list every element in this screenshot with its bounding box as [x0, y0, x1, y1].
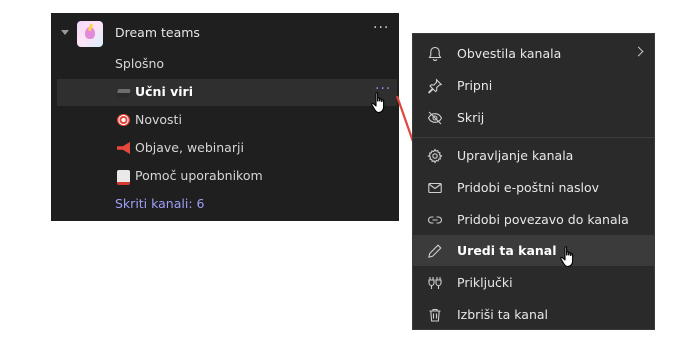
menu-item-label: Priključki	[457, 275, 513, 290]
menu-item-delete-channel[interactable]: Izbriši ta kanal	[413, 299, 654, 330]
menu-item-get-link[interactable]: Pridobi povezavo do kanala	[413, 204, 654, 235]
bell-icon	[428, 46, 442, 62]
menu-item-pin[interactable]: Pripni	[413, 70, 654, 101]
eye-off-icon	[427, 111, 443, 125]
menu-item-hide[interactable]: Skrij	[413, 102, 654, 133]
trash-icon	[429, 308, 441, 322]
menu-item-channel-notifications[interactable]: Obvestila kanala	[413, 38, 654, 69]
menu-divider	[413, 137, 654, 138]
menu-item-label: Uredi ta kanal	[457, 243, 557, 258]
menu-item-label: Pridobi e-poštni naslov	[457, 180, 600, 195]
envelope-icon	[428, 182, 442, 194]
menu-item-get-email[interactable]: Pridobi e-poštni naslov	[413, 172, 654, 203]
hand-cursor-icon	[370, 91, 390, 115]
menu-item-label: Upravljanje kanala	[457, 148, 574, 163]
menu-item-manage-channel[interactable]: Upravljanje kanala	[413, 140, 654, 171]
pencil-icon	[428, 244, 442, 258]
hand-cursor-icon	[559, 245, 579, 269]
channel-context-menu: Obvestila kanala Pripni Skrij Upravljanj…	[412, 33, 655, 330]
pin-icon	[427, 78, 443, 94]
menu-item-edit-channel[interactable]: Uredi ta kanal	[413, 235, 654, 266]
menu-item-label: Pridobi povezavo do kanala	[457, 212, 629, 227]
menu-item-label: Obvestila kanala	[457, 46, 562, 61]
gear-icon	[427, 148, 443, 164]
chevron-right-icon	[633, 46, 644, 57]
menu-item-label: Pripni	[457, 78, 493, 93]
menu-item-label: Skrij	[457, 110, 485, 125]
menu-item-connectors[interactable]: Priključki	[413, 267, 654, 298]
connectors-icon	[428, 277, 442, 289]
menu-item-label: Izbriši ta kanal	[457, 307, 549, 322]
link-icon	[428, 216, 442, 224]
